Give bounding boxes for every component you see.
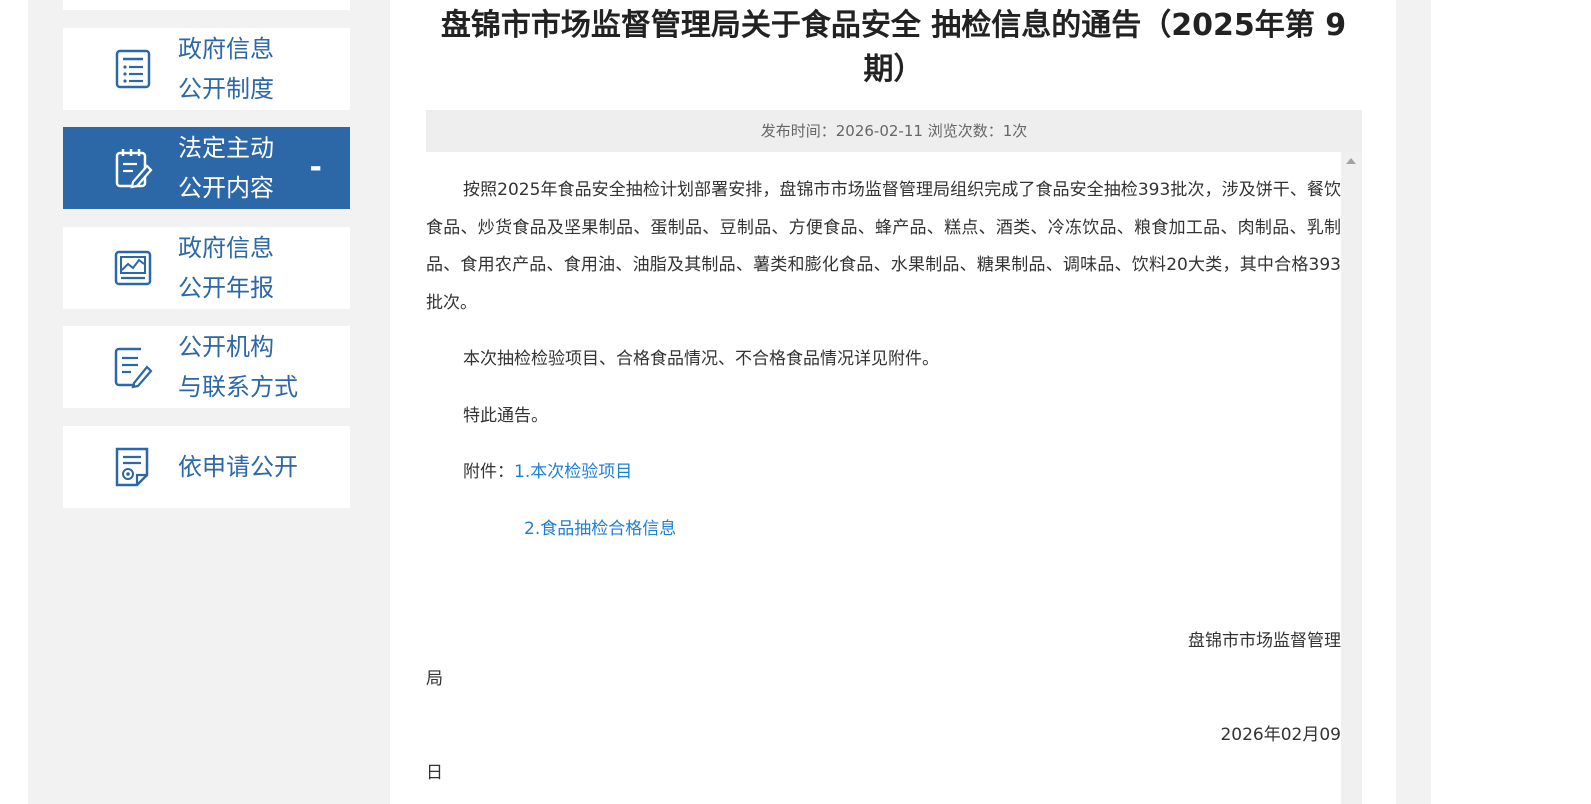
attachments-line: 附件：1.本次检验项目 <box>426 454 1341 492</box>
attachment-link-1[interactable]: 1.本次检验项目 <box>514 462 632 482</box>
signature-line-1: 盘锦市市场监督管理 <box>1188 631 1341 651</box>
article-paragraph: 本次抽检检验项目、合格食品情况、不合格食品情况详见附件。 <box>463 349 939 369</box>
attachments-line-2: 2.食品抽检合格信息 <box>426 511 1341 549</box>
article-meta: 发布时间：2026-02-11 浏览次数：1次 <box>426 110 1362 152</box>
document-edit-icon <box>114 347 153 389</box>
collapse-toggle[interactable]: - <box>310 153 322 183</box>
date: 2026年02月09 日 <box>426 717 1341 792</box>
sidebar-item-label: 公开机构 与联系方式 <box>178 333 298 401</box>
article-paragraph: 特此通告。 <box>463 405 548 426</box>
attachment-label: 附件： <box>463 462 514 482</box>
chart-report-icon <box>114 250 152 286</box>
sidebar-item-partial[interactable] <box>63 0 350 10</box>
sidebar-item-disclosure-system[interactable]: 政府信息 公开制度 <box>63 28 350 110</box>
list-document-icon <box>115 49 151 89</box>
sidebar-item-institutions-contact[interactable]: 公开机构 与联系方式 <box>63 326 350 408</box>
sidebar-item-label: 依申请公开 <box>178 453 298 481</box>
sidebar-item-statutory-content[interactable]: 法定主动 公开内容 - <box>63 127 350 209</box>
sidebar-item-label: 政府信息 公开年报 <box>178 234 274 302</box>
signature: 盘锦市市场监督管理局 <box>426 623 1341 698</box>
sidebar-item-annual-report[interactable]: 政府信息 公开年报 <box>63 227 350 309</box>
sidebar-item-label: 法定主动 公开内容 <box>178 134 274 202</box>
sidebar-item-apply-disclosure[interactable]: 依申请公开 <box>63 426 350 508</box>
scrollbar[interactable] <box>1341 152 1362 804</box>
edit-notepad-icon <box>115 149 153 189</box>
date-line-2: 日 <box>426 762 443 783</box>
application-form-icon <box>115 447 149 487</box>
article-paragraph: 按照2025年食品安全抽检计划部署安排，盘锦市市场监督管理局组织完成了食品安全抽… <box>426 180 1341 313</box>
sidebar-item-label: 政府信息 公开制度 <box>178 35 274 103</box>
article-title: 盘锦市市场监督管理局关于食品安全 抽检信息的通告（2025年第 9期） <box>440 8 1347 87</box>
date-line-1: 2026年02月09 <box>1220 725 1341 745</box>
signature-line-2: 局 <box>426 668 443 689</box>
attachment-link-2[interactable]: 2.食品抽检合格信息 <box>524 519 676 539</box>
article-body: 按照2025年食品安全抽检计划部署安排，盘锦市市场监督管理局组织完成了食品安全抽… <box>426 172 1341 804</box>
scroll-up-arrow-icon[interactable] <box>1346 158 1356 164</box>
